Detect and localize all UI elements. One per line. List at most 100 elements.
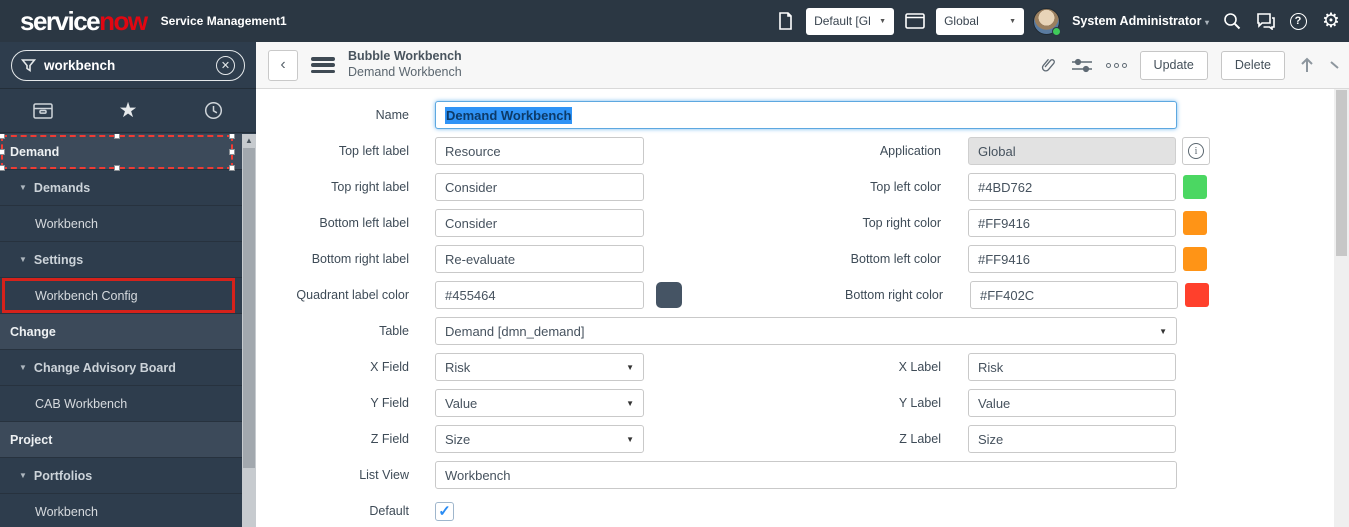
quadrant-label-color-swatch[interactable] bbox=[656, 282, 682, 308]
x-field-label: X Field bbox=[370, 360, 409, 374]
bottom-left-color-swatch[interactable] bbox=[1183, 247, 1207, 271]
nav-item-settings[interactable]: ▼ Settings bbox=[0, 242, 256, 278]
bottom-right-color-swatch[interactable] bbox=[1185, 283, 1209, 307]
nav-item-change-advisory-board[interactable]: ▼ Change Advisory Board bbox=[0, 350, 256, 386]
paperclip-icon[interactable] bbox=[1038, 55, 1058, 75]
y-field-select[interactable]: Value ▼ bbox=[435, 389, 644, 417]
form-row-y-field: Y Field Value ▼ Y Label bbox=[256, 385, 1334, 421]
expanded-triangle-icon: ▼ bbox=[19, 255, 27, 264]
bottom-left-color-label: Bottom left color bbox=[850, 252, 941, 266]
nav-item-portfolios[interactable]: ▼ Portfolios bbox=[0, 458, 256, 494]
table-select[interactable]: Demand [dmn_demand] ▼ bbox=[435, 317, 1177, 345]
info-icon: i bbox=[1188, 143, 1204, 159]
z-label-label: Z Label bbox=[899, 432, 941, 446]
online-status-dot bbox=[1052, 26, 1062, 36]
bottom-right-color-input[interactable] bbox=[970, 281, 1178, 309]
chevron-down-icon: ▼ bbox=[626, 398, 634, 408]
servicenow-logo[interactable]: servicenow bbox=[20, 6, 148, 36]
y-field-value: Value bbox=[445, 395, 478, 411]
bottom-right-label-label: Bottom right label bbox=[311, 252, 409, 266]
name-input[interactable]: Demand Workbench bbox=[435, 101, 1177, 129]
nav-item-workbench-demands[interactable]: Workbench bbox=[0, 206, 256, 242]
back-chevron-icon: ‹ bbox=[280, 56, 286, 73]
user-avatar[interactable] bbox=[1033, 7, 1062, 36]
bottom-left-label-input[interactable] bbox=[435, 209, 644, 237]
nav-label: Demands bbox=[33, 180, 91, 195]
application-info-button[interactable]: i bbox=[1182, 137, 1210, 165]
search-icon[interactable] bbox=[1220, 9, 1244, 33]
default-checkbox[interactable]: ✓ bbox=[435, 501, 454, 521]
nav-item-workbench-portfolios[interactable]: Workbench bbox=[0, 494, 256, 527]
user-name-label: System Administrator bbox=[1072, 14, 1202, 28]
application-nav-tree: Demand ▼ Demands Workbench ▼ Settings Wo… bbox=[0, 134, 256, 527]
nav-item-cab-workbench[interactable]: CAB Workbench bbox=[0, 386, 256, 422]
application-scope-picker[interactable]: Global ▼ bbox=[936, 7, 1025, 35]
gear-icon[interactable]: ⚙ bbox=[1319, 9, 1343, 33]
app-name-label: Service Management1 bbox=[160, 14, 287, 28]
x-field-value: Risk bbox=[445, 359, 471, 375]
split-page-icon[interactable] bbox=[773, 9, 797, 33]
navigation-sidebar: workbench ✕ ★ Demand ▼ Demands Workbench… bbox=[0, 42, 256, 527]
tab-all-applications[interactable] bbox=[0, 89, 85, 132]
window-icon[interactable] bbox=[903, 9, 927, 33]
tab-history[interactable] bbox=[171, 89, 256, 132]
default-label: Default bbox=[369, 504, 409, 518]
filter-navigator-input[interactable]: workbench ✕ bbox=[11, 49, 245, 81]
nav-item-project[interactable]: Project bbox=[0, 422, 256, 458]
clear-filter-icon[interactable]: ✕ bbox=[216, 55, 235, 75]
z-label-input[interactable] bbox=[968, 425, 1176, 453]
scroll-up-arrow-icon[interactable]: ▲ bbox=[242, 136, 256, 145]
main-scrollbar-thumb[interactable] bbox=[1336, 90, 1347, 256]
user-menu[interactable]: System Administrator ▾ bbox=[1072, 14, 1209, 28]
bottom-right-label-input[interactable] bbox=[435, 245, 644, 273]
quadrant-label-color-input[interactable] bbox=[435, 281, 644, 309]
nav-item-demands[interactable]: ▼ Demands bbox=[0, 170, 256, 206]
y-label-label: Y Label bbox=[898, 396, 941, 410]
form-row-default: Default ✓ bbox=[256, 493, 1334, 527]
nav-item-change[interactable]: Change bbox=[0, 314, 256, 350]
update-set-picker[interactable]: Default [Gl ▼ bbox=[806, 7, 895, 35]
top-left-color-swatch[interactable] bbox=[1183, 175, 1207, 199]
form-row-bottom-left-label: Bottom left label Top right color bbox=[256, 205, 1334, 241]
help-icon[interactable]: ? bbox=[1286, 9, 1310, 33]
servicenow-app-window: servicenow Service Management1 Default [… bbox=[0, 0, 1349, 527]
update-button[interactable]: Update bbox=[1139, 50, 1208, 80]
x-label-label: X Label bbox=[898, 360, 941, 374]
x-label-input[interactable] bbox=[968, 353, 1176, 381]
form-row-name: Name Demand Workbench bbox=[256, 97, 1334, 133]
sidebar-scrollbar[interactable]: ▲ bbox=[242, 134, 256, 527]
main-scrollbar[interactable] bbox=[1334, 89, 1349, 527]
sidebar-scrollbar-thumb[interactable] bbox=[243, 148, 255, 468]
top-right-color-swatch[interactable] bbox=[1183, 211, 1207, 235]
top-right-color-label: Top right color bbox=[862, 216, 941, 230]
nav-label: Workbench bbox=[35, 504, 98, 519]
back-button[interactable]: ‹ bbox=[268, 49, 298, 81]
next-record-chevron-icon[interactable] bbox=[1329, 58, 1341, 72]
personalize-form-sliders-icon[interactable] bbox=[1071, 56, 1093, 74]
form-header-actions: Update Delete bbox=[1038, 50, 1341, 80]
bottom-left-color-input[interactable] bbox=[968, 245, 1176, 273]
nav-item-demand[interactable]: Demand bbox=[0, 134, 256, 171]
form-context-menu-icon[interactable] bbox=[311, 57, 335, 73]
delete-button[interactable]: Delete bbox=[1220, 50, 1285, 80]
x-field-select[interactable]: Risk ▼ bbox=[435, 353, 644, 381]
star-icon: ★ bbox=[118, 99, 138, 122]
logo-now-text: now bbox=[99, 6, 148, 36]
help-question-glyph: ? bbox=[1289, 12, 1307, 30]
more-options-icon[interactable] bbox=[1105, 62, 1127, 68]
top-left-label-input[interactable] bbox=[435, 137, 644, 165]
previous-record-arrow-icon[interactable] bbox=[1298, 55, 1316, 75]
z-field-select[interactable]: Size ▼ bbox=[435, 425, 644, 453]
top-right-label-label: Top right label bbox=[331, 180, 409, 194]
chat-icon[interactable] bbox=[1253, 9, 1277, 33]
tab-favorites[interactable]: ★ bbox=[85, 89, 170, 132]
quadrant-label-color-label: Quadrant label color bbox=[296, 288, 409, 302]
nav-item-workbench-config[interactable]: Workbench Config bbox=[0, 278, 256, 314]
list-view-input[interactable] bbox=[435, 461, 1177, 489]
top-right-color-input[interactable] bbox=[968, 209, 1176, 237]
expanded-triangle-icon: ▼ bbox=[19, 183, 27, 192]
y-label-input[interactable] bbox=[968, 389, 1176, 417]
navigator-tabs: ★ bbox=[0, 89, 256, 133]
top-right-label-input[interactable] bbox=[435, 173, 644, 201]
top-left-color-input[interactable] bbox=[968, 173, 1176, 201]
